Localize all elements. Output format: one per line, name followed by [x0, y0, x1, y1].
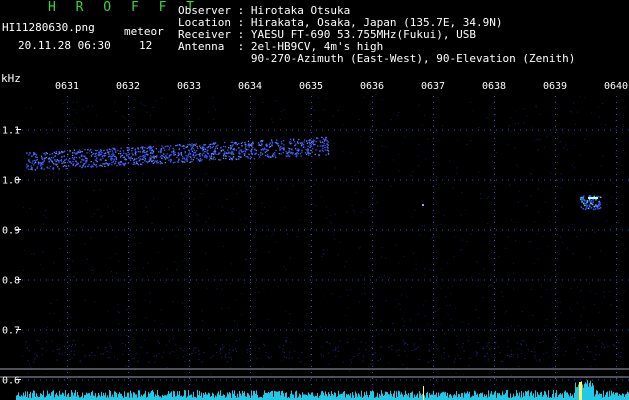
y-tick-label: 0.9: [2, 226, 20, 237]
x-tick-label: 0639: [543, 81, 567, 92]
spectrogram-plot: 1.1 1.0 0.9 0.8 0.7 0.6 0631 0632 0633 0634 0635 06…: [0, 81, 629, 400]
x-tick-label: 0632: [116, 81, 140, 92]
y-tick-label: 1.0: [2, 176, 20, 187]
x-tick-label: 0637: [421, 81, 445, 92]
x-tick-label: 0634: [238, 81, 262, 92]
axis-ticks: 1.1 1.0 0.9 0.8 0.7 0.6 0631 0632 0633 0634 0635 06…: [2, 81, 628, 387]
hrofft-window: H R O F F T HI11280630.png 20.11.28 06:3…: [0, 0, 629, 400]
y-tick-label: 0.8: [2, 276, 20, 287]
x-tick-label: 0636: [360, 81, 384, 92]
y-tick-label: 0.7: [2, 326, 20, 337]
y-tick-label: 1.1: [2, 126, 20, 137]
x-tick-label: 0635: [299, 81, 323, 92]
x-tick-label: 0640: [604, 81, 628, 92]
reference-lines: [0, 368, 629, 378]
x-tick-label: 0631: [55, 81, 79, 92]
y-tick-label: 0.6: [2, 376, 20, 387]
x-tick-label: 0633: [177, 81, 201, 92]
signal-level-strip: [16, 380, 629, 400]
x-tick-label: 0638: [482, 81, 506, 92]
